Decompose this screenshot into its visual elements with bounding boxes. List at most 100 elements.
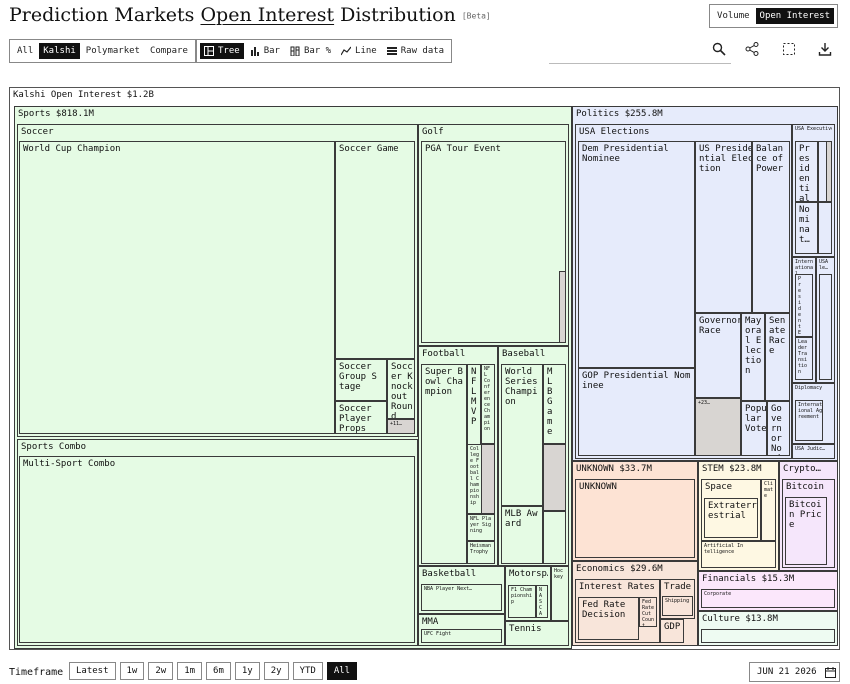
timeframe-6m[interactable]: 6m — [206, 662, 231, 680]
market-multi-sport-combo[interactable]: Multi-Sport Combo — [19, 456, 415, 643]
market-mlb-award[interactable]: MLB Award — [501, 506, 543, 564]
category-economics-label: Economics $29.6M — [576, 564, 663, 574]
market-popular-vote[interactable]: Popular Vote — [741, 401, 767, 456]
market-extraterrestrial[interactable]: Extraterrestrial — [704, 498, 758, 538]
group-artificial-intelligence[interactable]: Artificial Intelligence — [701, 541, 776, 568]
search-input[interactable] — [549, 63, 731, 64]
market-f1-championship[interactable]: F1 Championship — [508, 585, 536, 618]
group-usa-judicial-label: USA Judic… — [795, 446, 826, 452]
market-usa-elections-more[interactable]: +23… — [695, 398, 741, 456]
group-usa-judicial[interactable]: USA Judic… — [792, 444, 835, 459]
metric-option-volume[interactable]: Volume — [713, 8, 754, 24]
group-gdp[interactable]: GDP — [660, 619, 684, 643]
market-legislative-other[interactable] — [819, 274, 832, 380]
group-hockey[interactable]: Hockey — [551, 566, 569, 621]
timeframe-1m[interactable]: 1m — [177, 662, 203, 680]
market-soccer-game-label: Soccer Game — [339, 144, 399, 154]
market-gop-presidential-nominee[interactable]: GOP Presidential Nominee — [578, 368, 695, 456]
market-nominations[interactable]: Nominat… — [795, 202, 818, 254]
market-multi-sport-combo-label: Multi-Sport Combo — [23, 459, 116, 469]
source-option-compare[interactable]: Compare — [146, 43, 192, 59]
group-tennis[interactable]: Tennis — [505, 621, 569, 646]
market-golf-other[interactable] — [559, 271, 566, 343]
market-ufc-fight[interactable]: UFC Fight — [421, 629, 502, 643]
market-mayoral-election[interactable]: Mayoral Election — [741, 313, 765, 401]
market-heisman-trophy-label: Heisman Trophy — [470, 543, 495, 555]
market-shipping[interactable]: Shipping — [662, 596, 693, 616]
market-fed-rate-decision[interactable]: Fed Rate Decision — [578, 597, 639, 640]
market-fed-rate-cut-count[interactable]: Fed Rate Cut Count — [639, 597, 657, 627]
market-leader-transition[interactable]: Leader Transition — [795, 337, 813, 380]
market-heisman-trophy[interactable]: Heisman Trophy — [467, 541, 495, 564]
market-us-presidential-election-label: US Presidential Election — [699, 144, 752, 174]
source-option-all[interactable]: All — [13, 43, 37, 59]
market-executive-other-3[interactable] — [826, 141, 832, 202]
share-icon[interactable] — [743, 40, 761, 58]
market-senate-race-label: Senate Race — [769, 316, 786, 356]
market-world-cup-champion[interactable]: World Cup Champion — [19, 141, 335, 434]
expand-icon[interactable] — [780, 40, 798, 58]
market-baseball-other-2[interactable] — [543, 511, 566, 564]
market-presidential-tenure[interactable]: Presidential Tenure — [795, 141, 818, 202]
timeframe-2w[interactable]: 2w — [148, 662, 174, 680]
source-toggle: All Kalshi Polymarket Compare — [9, 39, 196, 63]
timeframe-all[interactable]: All — [326, 662, 358, 680]
market-nba-player-next-label: NBA Player Next… — [424, 586, 473, 592]
market-super-bowl-champion-label: Super Bowl Champion — [425, 367, 463, 397]
timeframe-latest[interactable]: Latest — [69, 662, 116, 680]
market-soccer-game[interactable]: Soccer Game — [335, 141, 415, 359]
timeframe-2y[interactable]: 2y — [263, 662, 289, 680]
group-culture-markets[interactable] — [701, 629, 835, 643]
market-dem-presidential-nominee[interactable]: Dem Presidential Nominee — [578, 141, 695, 368]
date-picker[interactable]: JUN 21 2026 — [749, 662, 840, 682]
market-nfl-player-signing[interactable]: NFL Player Signing — [467, 514, 495, 541]
group-corporate[interactable]: Corporate — [701, 589, 835, 608]
market-nfl-conference-champion[interactable]: NFL Conference Champion — [481, 364, 495, 444]
market-soccer-player-props[interactable]: Soccer Player Props — [335, 401, 387, 434]
market-nba-player-next[interactable]: NBA Player Next… — [421, 584, 502, 611]
group-climate[interactable]: Climate — [761, 479, 776, 541]
source-option-kalshi[interactable]: Kalshi — [39, 43, 80, 59]
title-part-1: Prediction Markets — [9, 4, 195, 26]
market-world-series-champion[interactable]: World Series Champion — [501, 364, 543, 506]
market-mlb-award-label: MLB Award — [505, 509, 538, 529]
timeframe-ytd[interactable]: YTD — [292, 662, 323, 680]
view-option-line[interactable]: Line — [337, 43, 381, 59]
market-us-presidential-election[interactable]: US Presidential Election — [695, 141, 752, 313]
market-soccer-knockout-round[interactable]: Soccer Knockout Round — [387, 359, 415, 419]
view-option-tree[interactable]: Tree — [200, 43, 244, 59]
market-international-agreement[interactable]: International Agreement — [795, 400, 823, 441]
market-presidential-tenure-label: Presidential Tenure — [799, 144, 810, 202]
group-bitcoin-label: Bitcoin — [786, 482, 824, 492]
search-icon[interactable] — [710, 40, 728, 58]
market-senate-race[interactable]: Senate Race — [765, 313, 790, 401]
market-bitcoin-price[interactable]: Bitcoin Price — [785, 497, 827, 565]
view-option-raw-data[interactable]: Raw data — [383, 43, 448, 59]
market-president-election[interactable]: President Election — [795, 274, 813, 337]
market-soccer-group-stage[interactable]: Soccer Group Stage — [335, 359, 387, 401]
market-baseball-other-1[interactable] — [543, 444, 566, 511]
view-option-bar-percent[interactable]: Bar % — [286, 43, 335, 59]
view-option-bar[interactable]: Bar — [246, 43, 284, 59]
market-governor-nominee[interactable]: Governor Nominee — [767, 401, 790, 456]
download-icon[interactable] — [816, 40, 834, 58]
title-metric-link[interactable]: Open Interest — [200, 4, 334, 26]
market-super-bowl-champion[interactable]: Super Bowl Champion — [421, 364, 467, 564]
market-mlb-game[interactable]: MLB Game — [543, 364, 566, 444]
market-extraterrestrial-label: Extraterrestrial — [708, 501, 757, 521]
market-governor-race[interactable]: Governor Race — [695, 313, 741, 398]
market-balance-of-power[interactable]: Balance of Power — [752, 141, 790, 313]
source-option-polymarket[interactable]: Polymarket — [82, 43, 144, 59]
market-executive-other-2[interactable] — [818, 202, 832, 254]
timeframe-1y[interactable]: 1y — [234, 662, 260, 680]
market-nascar[interactable]: NASCAR — [536, 585, 548, 618]
timeframe-1w[interactable]: 1w — [119, 662, 145, 680]
group-climate-label: Climate — [764, 481, 774, 499]
market-pga-tour-event[interactable]: PGA Tour Event — [421, 141, 566, 343]
group-unknown[interactable]: UNKNOWN — [575, 479, 695, 558]
market-soccer-more[interactable]: +11… — [387, 419, 415, 434]
line-icon — [341, 46, 352, 56]
market-football-other-1[interactable] — [481, 444, 495, 514]
timeframe-selector: Latest 1w 2w 1m 6m 1y 2y YTD All — [69, 662, 358, 680]
metric-option-open-interest[interactable]: Open Interest — [755, 8, 834, 24]
